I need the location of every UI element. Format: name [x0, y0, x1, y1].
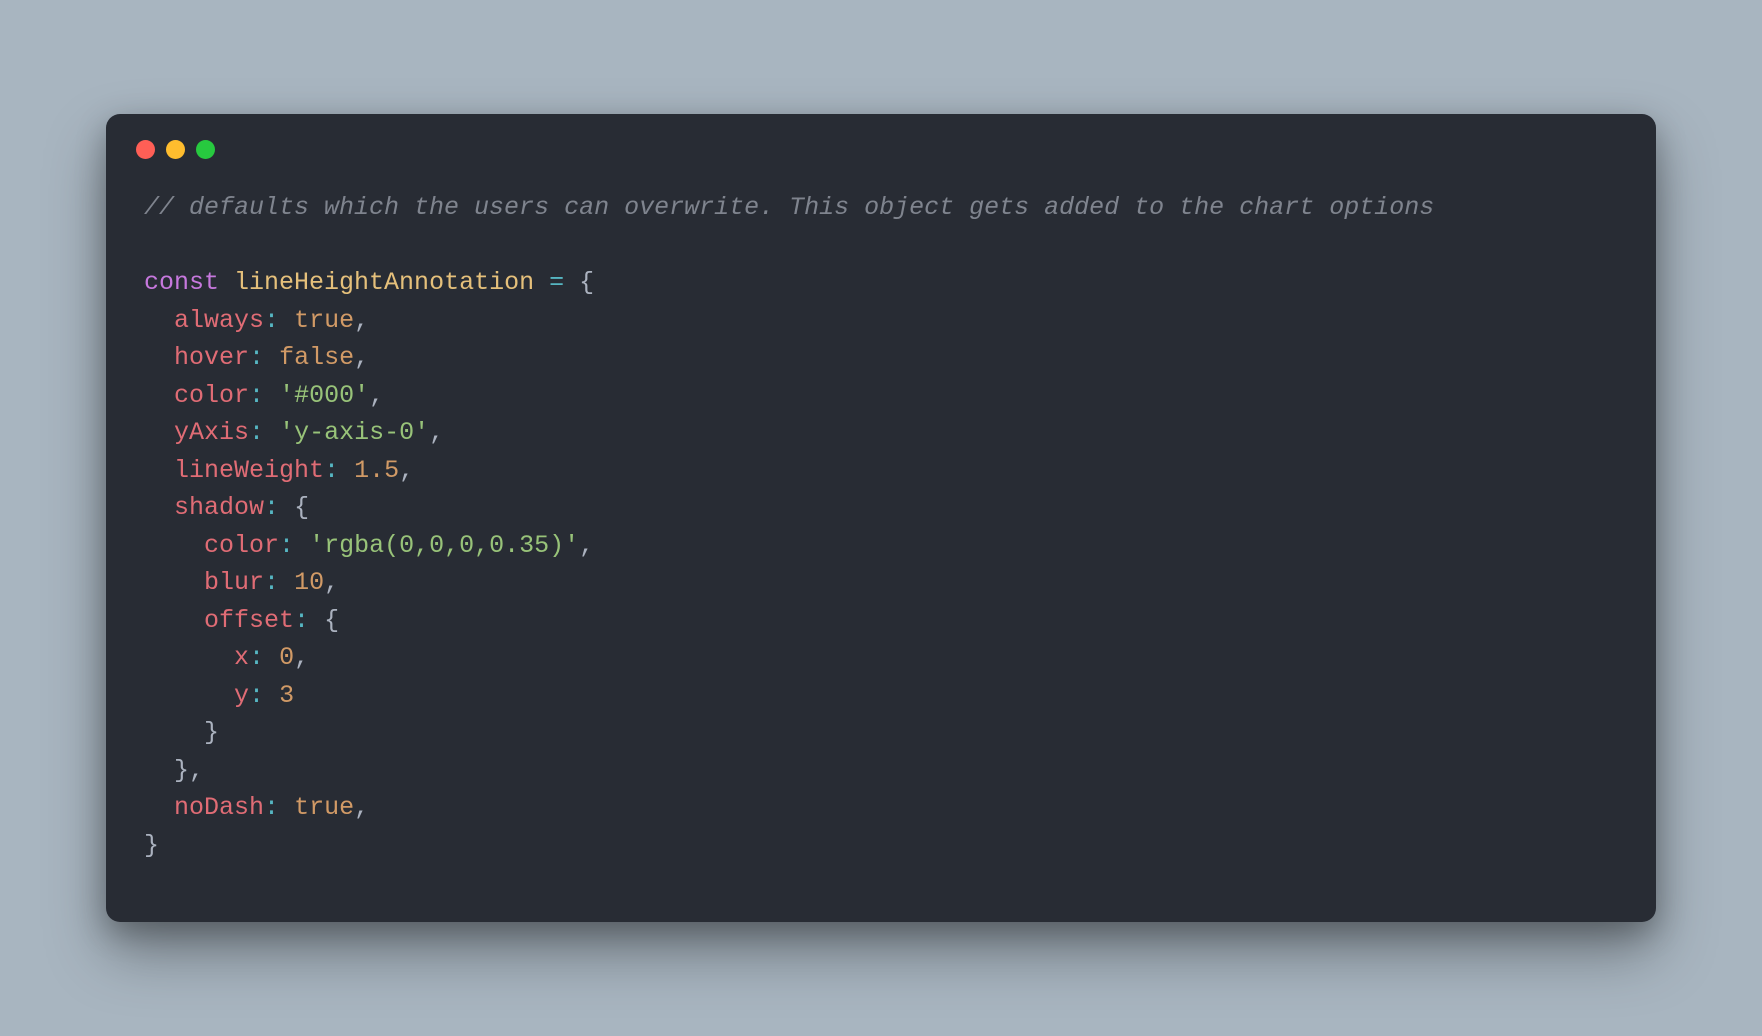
prop-always-value: true	[294, 306, 354, 335]
code-comment: // defaults which the users can overwrit…	[144, 193, 1434, 222]
prop-nodash-key: noDash	[174, 793, 264, 822]
operator-equals: =	[534, 268, 579, 297]
comma: ,	[354, 306, 369, 335]
brace-open: {	[294, 493, 309, 522]
prop-shadow-blur-value: 10	[294, 568, 324, 597]
brace-close: }	[204, 718, 219, 747]
comma: ,	[189, 756, 204, 785]
prop-shadow-key: shadow	[174, 493, 264, 522]
colon: :	[249, 343, 264, 372]
comma: ,	[429, 418, 444, 447]
prop-yaxis-key: yAxis	[174, 418, 249, 447]
colon: :	[264, 568, 279, 597]
prop-offset-x-key: x	[234, 643, 249, 672]
prop-offset-x-value: 0	[279, 643, 294, 672]
comma: ,	[324, 568, 339, 597]
colon: :	[264, 793, 279, 822]
prop-shadow-color-value: 'rgba(0,0,0,0.35)'	[309, 531, 579, 560]
colon: :	[249, 418, 264, 447]
prop-color-key: color	[174, 381, 249, 410]
maximize-icon[interactable]	[196, 140, 215, 159]
prop-shadow-blur-key: blur	[204, 568, 264, 597]
colon: :	[249, 643, 264, 672]
comma: ,	[354, 793, 369, 822]
colon: :	[294, 606, 309, 635]
colon: :	[249, 681, 264, 710]
code-window: // defaults which the users can overwrit…	[106, 114, 1656, 922]
colon: :	[249, 381, 264, 410]
prop-shadow-color-key: color	[204, 531, 279, 560]
prop-always-key: always	[174, 306, 264, 335]
window-controls	[106, 114, 1656, 159]
comma: ,	[354, 343, 369, 372]
brace-close: }	[144, 831, 159, 860]
comma: ,	[579, 531, 594, 560]
brace-close: }	[174, 756, 189, 785]
prop-hover-key: hover	[174, 343, 249, 372]
comma: ,	[399, 456, 414, 485]
colon: :	[264, 493, 279, 522]
comma: ,	[294, 643, 309, 672]
prop-yaxis-value: 'y-axis-0'	[279, 418, 429, 447]
prop-lineweight-value: 1.5	[354, 456, 399, 485]
colon: :	[279, 531, 294, 560]
prop-hover-value: false	[279, 343, 354, 372]
prop-offset-y-value: 3	[279, 681, 294, 710]
keyword-const: const	[144, 268, 219, 297]
brace-open: {	[324, 606, 339, 635]
prop-shadow-offset-key: offset	[204, 606, 294, 635]
close-icon[interactable]	[136, 140, 155, 159]
minimize-icon[interactable]	[166, 140, 185, 159]
var-name: lineHeightAnnotation	[234, 268, 534, 297]
colon: :	[264, 306, 279, 335]
colon: :	[324, 456, 339, 485]
comma: ,	[369, 381, 384, 410]
brace-open: {	[579, 268, 594, 297]
prop-offset-y-key: y	[234, 681, 249, 710]
code-content: // defaults which the users can overwrit…	[106, 159, 1656, 922]
prop-nodash-value: true	[294, 793, 354, 822]
prop-lineweight-key: lineWeight	[174, 456, 324, 485]
prop-color-value: '#000'	[279, 381, 369, 410]
